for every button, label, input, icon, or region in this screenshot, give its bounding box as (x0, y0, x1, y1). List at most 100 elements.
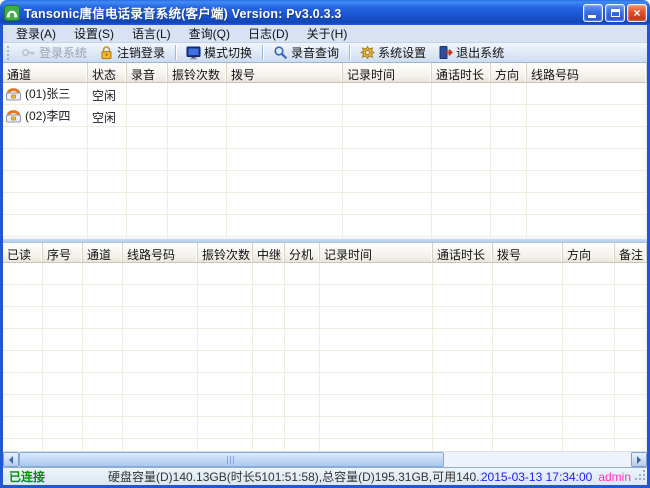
empty-row (3, 193, 647, 215)
menu-query[interactable]: 查询(Q) (180, 25, 239, 43)
column-header-trunk[interactable]: 中继 (253, 243, 285, 262)
channel-row-2[interactable]: (02)李四 空闲 (3, 105, 647, 127)
column-header-dial[interactable]: 拨号 (493, 243, 563, 262)
title-bar: Tansonic唐信电话录音系统(客户端) Version: Pv3.0.3.3… (0, 0, 650, 25)
column-header-line-number[interactable]: 线路号码 (527, 63, 647, 82)
channel-cell: (02)李四 (3, 105, 88, 126)
channel-status: 空闲 (88, 105, 127, 126)
column-header-dial[interactable]: 拨号 (227, 63, 343, 82)
phone-channel-icon (5, 109, 22, 123)
empty-row (3, 329, 647, 351)
record-query-button[interactable]: 录音查询 (267, 43, 345, 62)
record-query-label: 录音查询 (291, 44, 339, 61)
column-header-channel[interactable]: 通道 (83, 243, 123, 262)
toolbar-separator (349, 45, 350, 60)
horizontal-scrollbar[interactable] (3, 451, 647, 467)
channel-cell: (01)张三 (3, 83, 88, 104)
login-key-icon (21, 45, 36, 60)
status-datetime: 2015-03-13 17:34:00 (481, 470, 592, 484)
exit-system-label: 退出系统 (456, 44, 504, 61)
mode-switch-button[interactable]: 模式切换 (180, 43, 258, 62)
window-controls: × (583, 4, 647, 22)
arrow-left-icon (5, 456, 13, 464)
app-window: Tansonic唐信电话录音系统(客户端) Version: Pv3.0.3.3… (0, 0, 650, 488)
window-title: Tansonic唐信电话录音系统(客户端) Version: Pv3.0.3.3 (24, 3, 583, 22)
column-header-serial[interactable]: 序号 (43, 243, 83, 262)
mode-switch-monitor-icon (186, 45, 201, 60)
close-button[interactable]: × (627, 4, 647, 22)
column-header-call-duration[interactable]: 通话时长 (433, 243, 493, 262)
column-header-ring-count[interactable]: 振铃次数 (198, 243, 253, 262)
column-header-direction[interactable]: 方向 (491, 63, 527, 82)
channels-table: 通道 状态 录音 振铃次数 拨号 记录时间 通话时长 方向 线路号码 (3, 63, 647, 238)
channel-status: 空闲 (88, 83, 127, 104)
column-header-remark[interactable]: 备注 (615, 243, 647, 262)
logout-padlock-icon (99, 45, 114, 60)
empty-row (3, 439, 647, 451)
column-header-channel[interactable]: 通道 (3, 63, 88, 82)
empty-row (3, 351, 647, 373)
app-phone-icon (4, 5, 20, 21)
empty-row (3, 395, 647, 417)
menu-language[interactable]: 语言(L) (123, 25, 180, 43)
records-table-header: 已读 序号 通道 线路号码 振铃次数 中继 分机 记录时间 通话时长 拨号 方向… (3, 243, 647, 263)
empty-row (3, 127, 647, 149)
column-header-extension[interactable]: 分机 (285, 243, 320, 262)
scrollbar-thumb[interactable] (19, 452, 444, 467)
menu-log[interactable]: 日志(D) (239, 25, 298, 43)
menu-about[interactable]: 关于(H) (298, 25, 357, 43)
column-header-ring-count[interactable]: 振铃次数 (168, 63, 227, 82)
resize-grip[interactable] (635, 468, 647, 485)
status-bar: 已连接 硬盘容量(D)140.13GB(时长5101:51:58),总容量(D)… (3, 467, 647, 485)
column-header-call-duration[interactable]: 通话时长 (432, 63, 491, 82)
empty-row (3, 285, 647, 307)
toolbar: 登录系统 注销登录 模式切换 (3, 43, 647, 63)
channels-rows: (01)张三 空闲 (3, 83, 647, 238)
menu-login[interactable]: 登录(A) (7, 25, 65, 43)
channels-table-header: 通道 状态 录音 振铃次数 拨号 记录时间 通话时长 方向 线路号码 (3, 63, 647, 83)
login-system-label: 登录系统 (39, 44, 87, 61)
column-header-recording[interactable]: 录音 (127, 63, 168, 82)
system-settings-button[interactable]: 系统设置 (354, 43, 432, 62)
mode-switch-label: 模式切换 (204, 44, 252, 61)
phone-channel-icon (5, 87, 22, 101)
connection-status: 已连接 (3, 468, 108, 485)
column-header-line-number[interactable]: 线路号码 (123, 243, 198, 262)
channel-row-1[interactable]: (01)张三 空闲 (3, 83, 647, 105)
column-header-record-time[interactable]: 记录时间 (320, 243, 433, 262)
column-header-direction[interactable]: 方向 (563, 243, 615, 262)
toolbar-separator (175, 45, 176, 60)
maximize-button[interactable] (605, 4, 625, 22)
records-rows (3, 263, 647, 451)
status-username: admin (598, 470, 631, 484)
channel-label: (01)张三 (25, 85, 70, 102)
column-header-status[interactable]: 状态 (88, 63, 127, 82)
thumb-grip-icon (227, 456, 236, 464)
empty-row (3, 307, 647, 329)
menu-settings[interactable]: 设置(S) (65, 25, 123, 43)
column-header-read[interactable]: 已读 (3, 243, 43, 262)
toolbar-gripper[interactable] (7, 46, 10, 60)
exit-system-button[interactable]: 退出系统 (432, 43, 510, 62)
logout-button[interactable]: 注销登录 (93, 43, 171, 62)
column-header-record-time[interactable]: 记录时间 (343, 63, 432, 82)
empty-row (3, 215, 647, 237)
exit-system-icon (438, 45, 453, 60)
login-system-button[interactable]: 登录系统 (15, 43, 93, 62)
scrollbar-track[interactable] (19, 452, 631, 467)
menu-bar: 登录(A) 设置(S) 语言(L) 查询(Q) 日志(D) 关于(H) (3, 25, 647, 43)
minimize-button[interactable] (583, 4, 603, 22)
disk-capacity-info: 硬盘容量(D)140.13GB(时长5101:51:58),总容量(D)195.… (108, 468, 481, 485)
toolbar-separator (262, 45, 263, 60)
system-settings-label: 系统设置 (378, 44, 426, 61)
logout-label: 注销登录 (117, 44, 165, 61)
scroll-left-button[interactable] (3, 452, 19, 467)
empty-row (3, 263, 647, 285)
empty-row (3, 373, 647, 395)
minimize-icon (588, 15, 596, 18)
arrow-right-icon (637, 456, 645, 464)
scroll-right-button[interactable] (631, 452, 647, 467)
empty-row (3, 171, 647, 193)
resize-grip-icon (635, 468, 647, 482)
record-search-magnifier-icon (273, 45, 288, 60)
